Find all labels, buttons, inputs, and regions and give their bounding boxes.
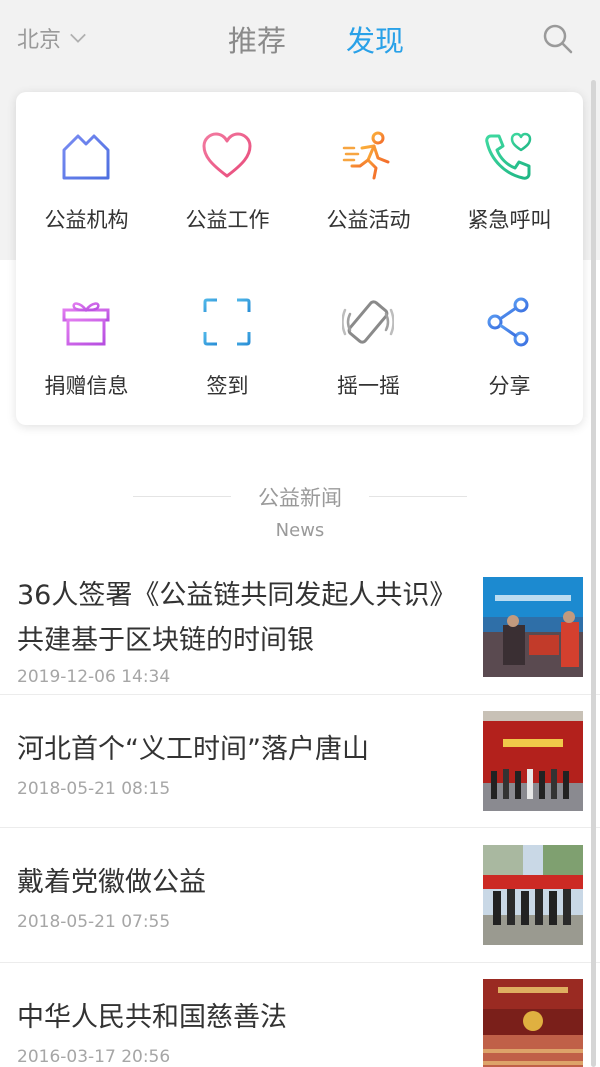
city-selector[interactable]: 北京 bbox=[17, 22, 87, 54]
news-section-header: 公益新闻 News bbox=[0, 478, 600, 548]
phone-heart-icon bbox=[485, 132, 532, 180]
gift-icon bbox=[62, 302, 110, 346]
service-item-shake[interactable]: 摇一摇 bbox=[298, 258, 439, 425]
news-item[interactable]: 河北首个“义工时间”落户唐山 2018-05-21 08:15 bbox=[0, 695, 600, 828]
news-item[interactable]: 中华人民共和国慈善法 2016-03-17 20:56 bbox=[0, 963, 600, 1067]
news-time: 2018-05-21 08:15 bbox=[17, 779, 171, 799]
top-bar: 北京 推荐 发现 bbox=[0, 0, 600, 80]
service-item-emergency[interactable]: 紧急呼叫 bbox=[439, 92, 580, 258]
chevron-down-icon bbox=[70, 33, 86, 43]
service-label: 紧急呼叫 bbox=[467, 208, 552, 232]
news-title: 中华人民共和国慈善法 bbox=[17, 1002, 287, 1033]
news-title: 戴着党徽做公益 bbox=[17, 867, 206, 898]
city-label: 北京 bbox=[17, 28, 62, 53]
service-item-checkin[interactable]: 签到 bbox=[157, 258, 298, 425]
service-label: 公益工作 bbox=[185, 208, 270, 232]
news-title: 河北首个“义工时间”落户唐山 bbox=[17, 734, 369, 765]
news-thumbnail-image bbox=[483, 845, 583, 945]
search-icon[interactable] bbox=[541, 22, 575, 56]
service-label: 公益机构 bbox=[44, 208, 129, 232]
news-time: 2019-12-06 14:34 bbox=[17, 667, 171, 687]
share-icon bbox=[487, 297, 529, 347]
service-label: 分享 bbox=[488, 374, 531, 398]
news-item[interactable]: 36人签署《公益链共同发起人共识》 共建基于区块链的时间银 2019-12-06… bbox=[0, 560, 600, 695]
service-label: 摇一摇 bbox=[337, 374, 400, 398]
service-item-work[interactable]: 公益工作 bbox=[157, 92, 298, 258]
scan-icon bbox=[203, 298, 251, 346]
news-time: 2016-03-17 20:56 bbox=[17, 1047, 171, 1067]
heart-icon bbox=[202, 132, 252, 178]
tab-discover[interactable]: 发现 bbox=[346, 18, 404, 60]
news-thumbnail-image bbox=[483, 577, 583, 677]
news-thumbnail-image bbox=[483, 711, 583, 811]
building-icon bbox=[62, 134, 110, 180]
news-section-subtitle: News bbox=[275, 520, 325, 541]
service-item-share[interactable]: 分享 bbox=[439, 258, 580, 425]
news-item[interactable]: 戴着党徽做公益 2018-05-21 07:55 bbox=[0, 828, 600, 963]
news-thumbnail-image bbox=[483, 979, 583, 1067]
news-section-title: 公益新闻 bbox=[258, 486, 342, 510]
service-label: 签到 bbox=[206, 374, 249, 398]
service-label: 公益活动 bbox=[326, 208, 411, 232]
service-item-activity[interactable]: 公益活动 bbox=[298, 92, 439, 258]
service-item-donation[interactable]: 捐赠信息 bbox=[16, 258, 157, 425]
news-time: 2018-05-21 07:55 bbox=[17, 912, 171, 932]
running-person-icon bbox=[342, 131, 390, 180]
shake-phone-icon bbox=[342, 300, 394, 344]
news-title: 36人签署《公益链共同发起人共识》 共建基于区块链的时间银 bbox=[17, 580, 457, 656]
tab-recommend[interactable]: 推荐 bbox=[228, 18, 286, 60]
scrollbar[interactable] bbox=[591, 80, 596, 1067]
service-label: 捐赠信息 bbox=[44, 374, 129, 398]
services-card: 公益机构 公益工作 公益活动 紧急呼叫 捐赠信息 签到 摇一摇 分享 bbox=[16, 92, 583, 425]
service-item-institution[interactable]: 公益机构 bbox=[16, 92, 157, 258]
